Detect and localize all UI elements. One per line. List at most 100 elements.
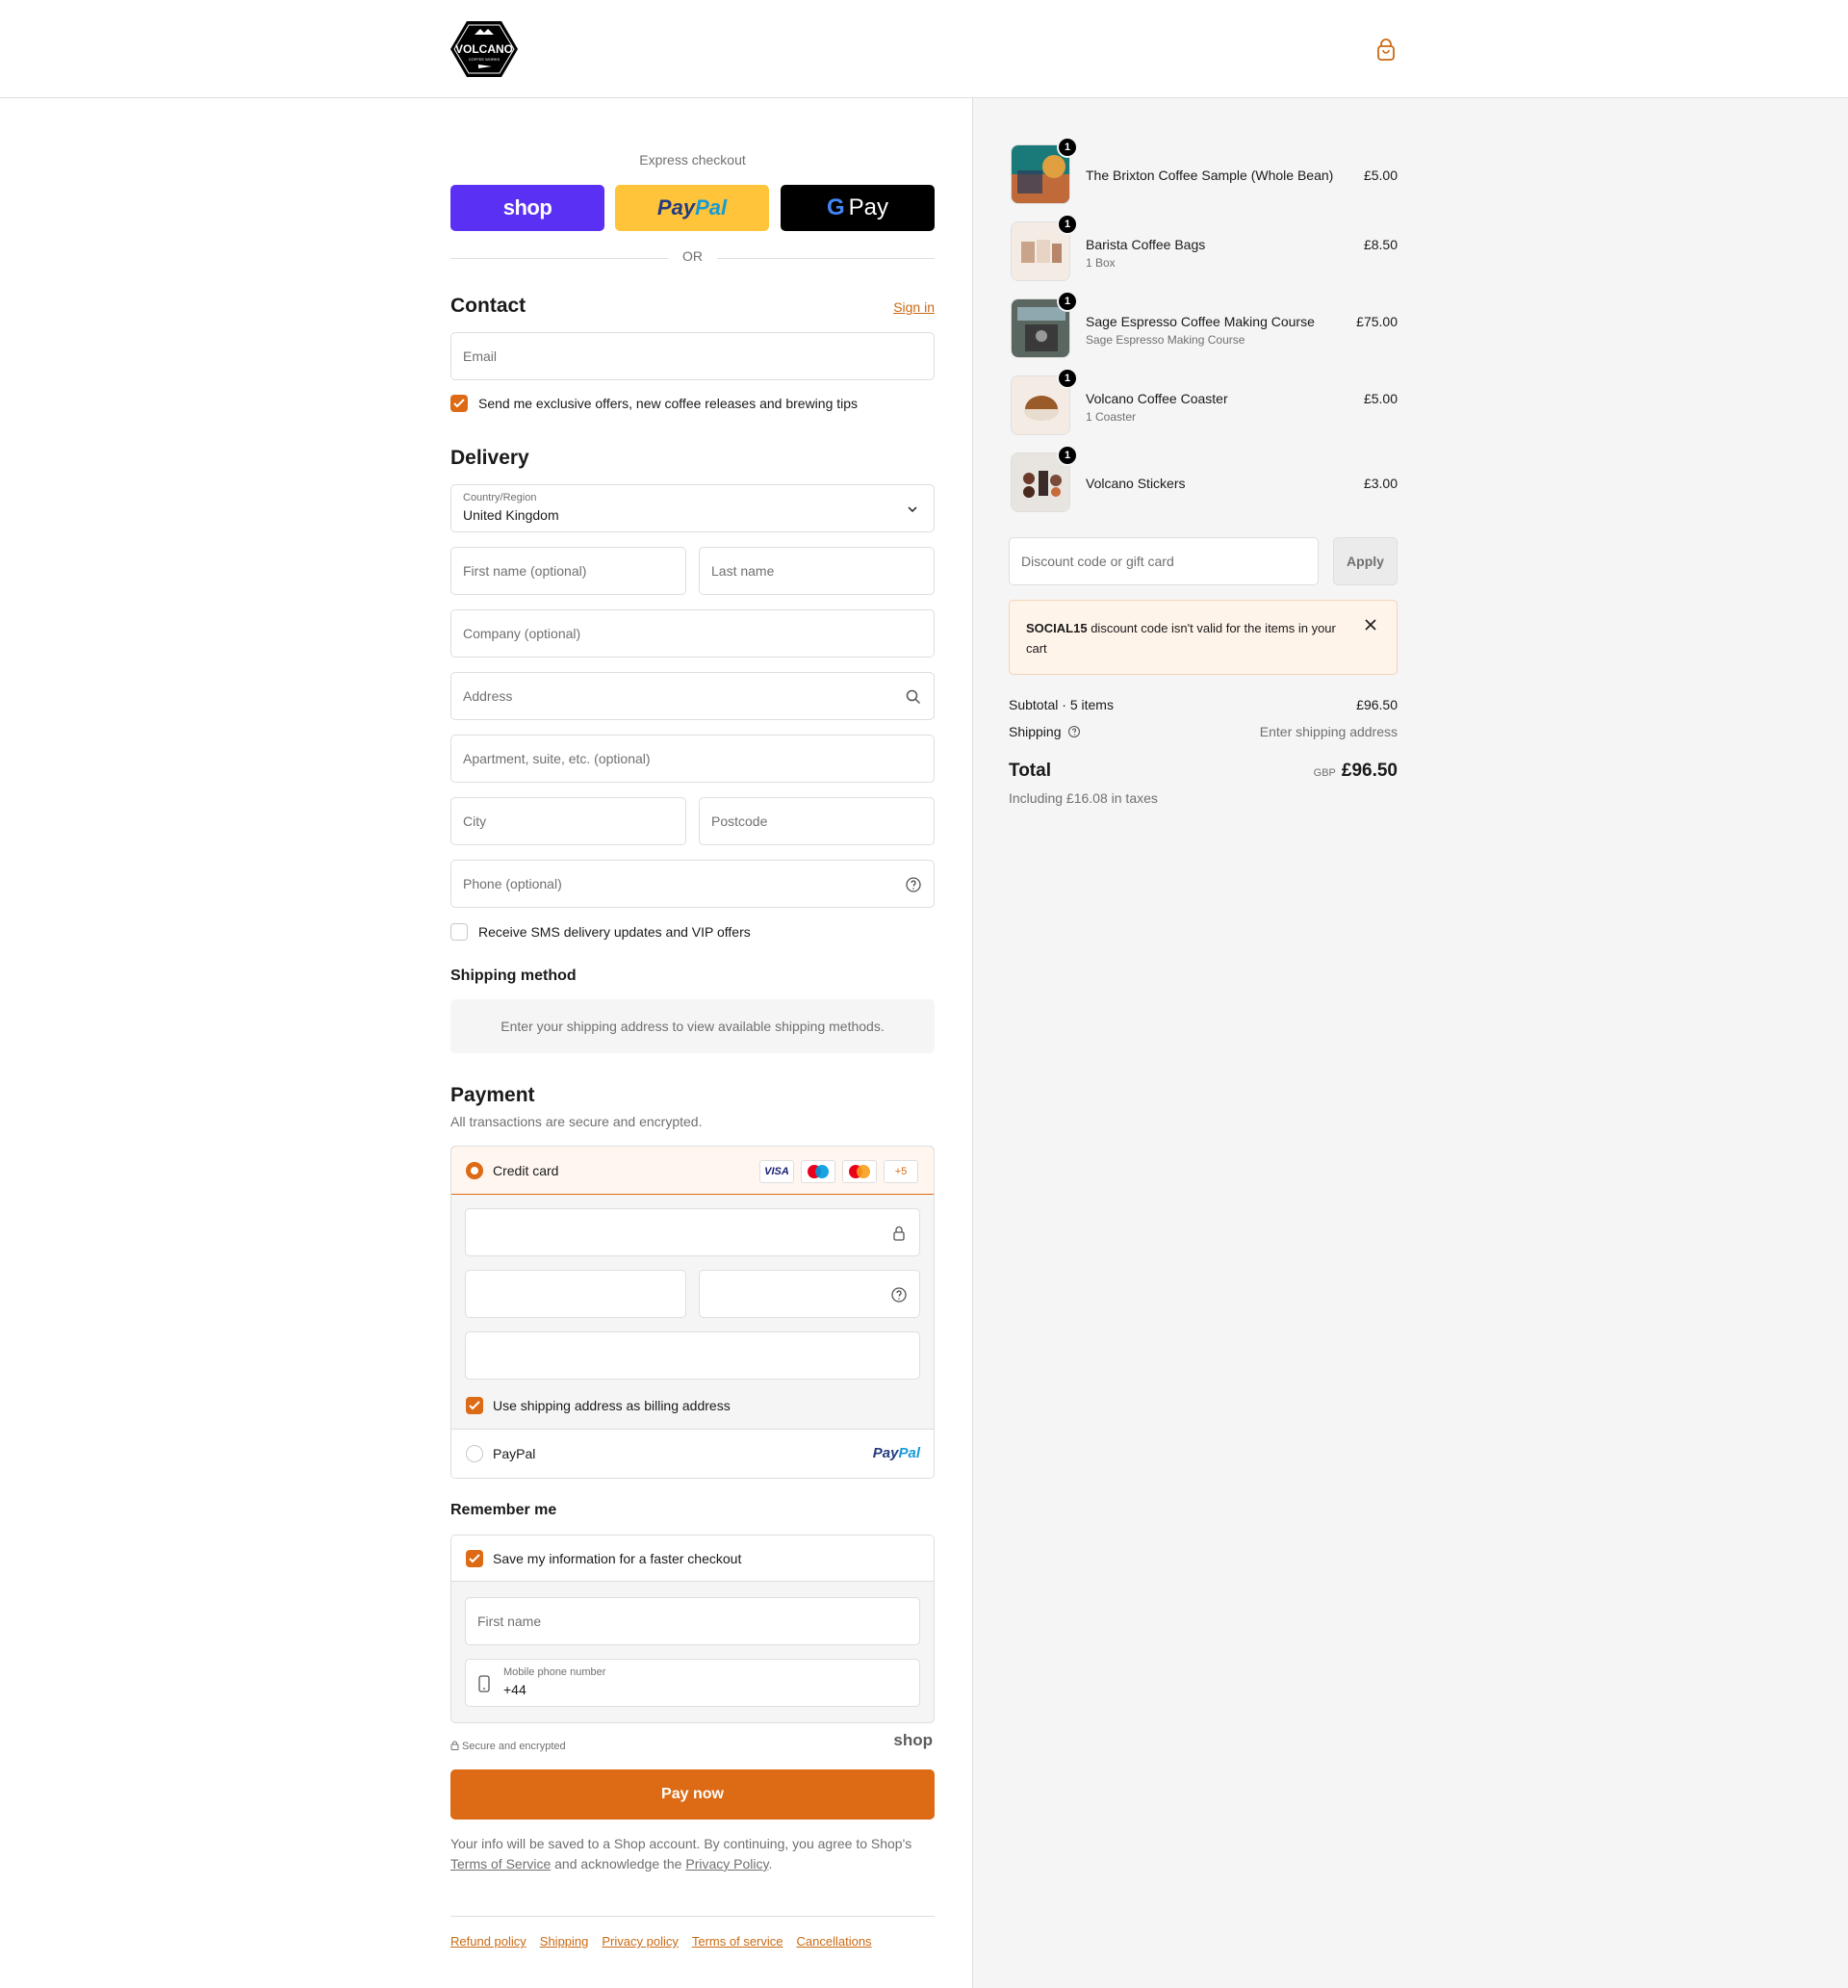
discount-code-field[interactable]: Discount code or gift card — [1009, 537, 1319, 585]
google-pay-button[interactable]: G Pay — [781, 185, 935, 231]
city-field[interactable]: City — [450, 797, 686, 845]
header: VOLCANO COFFEE WORKS — [0, 0, 1848, 98]
total-value: GBP £96.50 — [1313, 761, 1398, 781]
remember-me-title: Remember me — [450, 1502, 557, 1518]
billing-label: Use shipping address as billing address — [493, 1398, 731, 1413]
paypal-option[interactable]: PayPal PayPal — [451, 1429, 934, 1478]
sms-checkbox[interactable] — [450, 923, 468, 941]
expiry-field[interactable] — [465, 1270, 686, 1318]
total-label: Total — [1009, 761, 1051, 781]
shipping-link[interactable]: Shipping — [540, 1934, 589, 1949]
save-info-checkbox[interactable] — [466, 1550, 483, 1567]
item-name: Volcano Coffee Coaster — [1086, 391, 1228, 406]
name-on-card-field[interactable] — [465, 1331, 920, 1380]
quantity-badge: 1 — [1057, 214, 1078, 235]
shipping-method-notice: Enter your shipping address to view avai… — [450, 999, 935, 1053]
save-info-row[interactable]: Save my information for a faster checkou… — [451, 1536, 934, 1582]
help-icon[interactable] — [1067, 725, 1081, 741]
cart-item: 1 Volcano Stickers £3.00 — [1009, 445, 1398, 514]
billing-checkbox[interactable] — [466, 1397, 483, 1414]
shipping-value: Enter shipping address — [1259, 724, 1398, 739]
mobile-phone-icon — [477, 1675, 491, 1695]
item-name: Volcano Stickers — [1086, 476, 1186, 491]
item-price: £3.00 — [1363, 476, 1398, 491]
svg-text:VOLCANO: VOLCANO — [455, 42, 513, 56]
quantity-badge: 1 — [1057, 445, 1078, 466]
cancellations-link[interactable]: Cancellations — [797, 1934, 872, 1949]
item-variant: 1 Coaster — [1086, 410, 1137, 424]
item-price: £5.00 — [1363, 391, 1398, 406]
security-code-field[interactable] — [699, 1270, 920, 1318]
remember-first-name-field[interactable]: First name — [465, 1597, 920, 1645]
search-icon — [905, 688, 922, 706]
offers-label: Send me exclusive offers, new coffee rel… — [478, 396, 859, 411]
paypal-button[interactable]: Pay Pal — [615, 185, 769, 231]
discount-error-banner: SOCIAL15 discount code isn't valid for t… — [1009, 600, 1398, 675]
paypal-radio[interactable] — [466, 1445, 483, 1462]
address-field[interactable]: Address — [450, 672, 935, 720]
country-select[interactable]: Country/Region United Kingdom — [450, 484, 935, 532]
secure-label: Secure and encrypted — [450, 1741, 566, 1753]
footer-divider — [450, 1916, 935, 1917]
credit-card-radio[interactable] — [466, 1162, 483, 1179]
shipping-label: Shipping — [1009, 724, 1081, 741]
payment-methods: Credit card VISA +5 Use shipping address — [450, 1146, 935, 1479]
refund-policy-link[interactable]: Refund policy — [450, 1934, 526, 1949]
shipping-method-title: Shipping method — [450, 968, 577, 984]
item-name: The Brixton Coffee Sample (Whole Bean) — [1086, 168, 1334, 183]
paypal-logo: PayPal — [872, 1445, 920, 1461]
shopping-bag-icon[interactable] — [1375, 39, 1397, 62]
svg-text:COFFEE WORKS: COFFEE WORKS — [469, 57, 500, 62]
help-icon[interactable] — [890, 1286, 908, 1304]
currency-code: GBP — [1313, 767, 1336, 779]
credit-card-option[interactable]: Credit card VISA +5 — [451, 1147, 934, 1195]
terms-of-service-footer-link[interactable]: Terms of service — [692, 1934, 783, 1949]
help-icon[interactable] — [905, 876, 922, 893]
or-divider: OR — [450, 248, 935, 268]
cart-item: 1 Sage Espresso Coffee Making Course Sag… — [1009, 291, 1398, 360]
cart-item: 1 Volcano Coffee Coaster 1 Coaster £5.00 — [1009, 368, 1398, 437]
cart-item: 1 The Brixton Coffee Sample (Whole Bean)… — [1009, 137, 1398, 206]
pay-now-button[interactable]: Pay now — [450, 1769, 935, 1820]
apply-button[interactable]: Apply — [1333, 537, 1398, 585]
postcode-field[interactable]: Postcode — [699, 797, 935, 845]
payment-subtitle: All transactions are secure and encrypte… — [450, 1114, 703, 1129]
apartment-field[interactable]: Apartment, suite, etc. (optional) — [450, 735, 935, 783]
subtotal-value: £96.50 — [1356, 697, 1398, 712]
paypal-option-label: PayPal — [493, 1446, 536, 1461]
privacy-policy-footer-link[interactable]: Privacy policy — [602, 1934, 678, 1949]
item-variant: 1 Box — [1086, 256, 1116, 270]
card-number-field[interactable] — [465, 1208, 920, 1256]
item-price: £8.50 — [1363, 237, 1398, 252]
sign-in-link[interactable]: Sign in — [893, 299, 935, 315]
item-name: Barista Coffee Bags — [1086, 237, 1206, 252]
contact-title: Contact — [450, 295, 526, 317]
item-price: £5.00 — [1363, 168, 1398, 183]
phone-field[interactable]: Phone (optional) — [450, 860, 935, 908]
terms-of-service-link[interactable]: Terms of Service — [450, 1856, 551, 1872]
offers-checkbox[interactable] — [450, 395, 468, 412]
express-checkout-title: Express checkout — [639, 152, 746, 168]
volcano-logo[interactable]: VOLCANO COFFEE WORKS — [449, 19, 519, 79]
close-icon[interactable] — [1364, 618, 1377, 634]
credit-card-label: Credit card — [493, 1163, 559, 1178]
save-info-label: Save my information for a faster checkou… — [493, 1551, 742, 1566]
privacy-policy-link[interactable]: Privacy Policy — [685, 1856, 768, 1872]
delivery-title: Delivery — [450, 447, 529, 469]
shop-pay-button[interactable]: shop — [450, 185, 604, 231]
remember-me-box: Save my information for a faster checkou… — [450, 1535, 935, 1723]
first-name-field[interactable]: First name (optional) — [450, 547, 686, 595]
item-name: Sage Espresso Coffee Making Course — [1086, 314, 1315, 329]
last-name-field[interactable]: Last name — [699, 547, 935, 595]
more-cards-badge: +5 — [884, 1160, 918, 1183]
cart-item: 1 Barista Coffee Bags 1 Box £8.50 — [1009, 214, 1398, 283]
mastercard-icon — [842, 1160, 877, 1183]
mobile-phone-field[interactable]: Mobile phone number +44 — [465, 1659, 920, 1707]
company-field[interactable]: Company (optional) — [450, 609, 935, 658]
quantity-badge: 1 — [1057, 291, 1078, 312]
express-buttons: shop Pay Pal G Pay — [450, 185, 935, 231]
footer-links: Refund policy Shipping Privacy policy Terms… — [450, 1934, 886, 1949]
lock-icon — [890, 1225, 908, 1242]
email-field[interactable]: Email — [450, 332, 935, 380]
item-price: £75.00 — [1356, 314, 1398, 329]
